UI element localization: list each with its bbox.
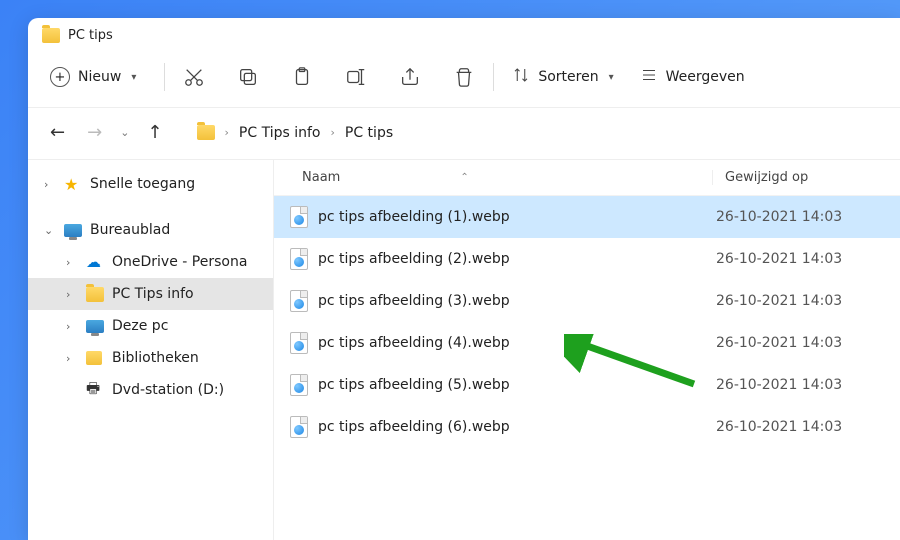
plus-icon: +	[50, 67, 70, 87]
sort-icon	[512, 66, 530, 88]
view-icon	[640, 66, 658, 88]
chevron-right-icon[interactable]: ›	[66, 288, 78, 301]
column-label: Naam	[302, 170, 340, 185]
column-header-name[interactable]: Naam ⌃	[302, 170, 712, 185]
forward-button[interactable]: →	[83, 120, 106, 145]
chevron-down-icon: ▾	[609, 72, 614, 83]
new-button-label: Nieuw	[78, 69, 121, 85]
file-name: pc tips afbeelding (4).webp	[318, 335, 716, 351]
share-icon[interactable]	[399, 66, 421, 88]
file-date: 26-10-2021 14:03	[716, 419, 842, 435]
sort-label: Sorteren	[538, 69, 598, 85]
webp-file-icon	[290, 416, 308, 438]
sidebar-item-dvd[interactable]: 🖶 Dvd-station (D:)	[28, 374, 273, 406]
column-header-date[interactable]: Gewijzigd op	[712, 170, 900, 185]
explorer-window: PC tips + Nieuw ▾	[28, 18, 900, 540]
file-date: 26-10-2021 14:03	[716, 209, 842, 225]
body: › ★ Snelle toegang ⌄ Bureaublad › ☁ OneD…	[28, 160, 900, 540]
titlebar: PC tips	[28, 18, 900, 49]
breadcrumb-separator: ›	[225, 126, 229, 139]
chevron-down-icon[interactable]: ⌄	[44, 224, 56, 237]
cut-icon[interactable]	[183, 66, 205, 88]
sidebar-item-label: PC Tips info	[112, 286, 194, 302]
recent-locations-button[interactable]: ⌄	[120, 126, 129, 139]
sidebar-item-label: Bibliotheken	[112, 350, 199, 366]
chevron-right-icon[interactable]: ›	[44, 178, 56, 191]
sidebar-item-label: Deze pc	[112, 318, 168, 334]
libraries-icon	[86, 351, 102, 365]
file-row[interactable]: pc tips afbeelding (2).webp26-10-2021 14…	[274, 238, 900, 280]
sidebar-item-label: Bureaublad	[90, 222, 170, 238]
paste-icon[interactable]	[291, 66, 313, 88]
file-pane: Naam ⌃ Gewijzigd op pc tips afbeelding (…	[274, 160, 900, 540]
breadcrumb-separator: ›	[330, 126, 334, 139]
file-name: pc tips afbeelding (2).webp	[318, 251, 716, 267]
star-icon: ★	[64, 176, 82, 192]
folder-icon	[86, 287, 104, 302]
file-date: 26-10-2021 14:03	[716, 293, 842, 309]
file-name: pc tips afbeelding (6).webp	[318, 419, 716, 435]
divider	[164, 63, 165, 91]
file-date: 26-10-2021 14:03	[716, 377, 842, 393]
sidebar-item-label: Dvd-station (D:)	[112, 382, 224, 398]
file-date: 26-10-2021 14:03	[716, 251, 842, 267]
toolbar-icons	[183, 66, 475, 88]
sidebar-item-desktop[interactable]: ⌄ Bureaublad	[28, 214, 273, 246]
file-row[interactable]: pc tips afbeelding (4).webp26-10-2021 14…	[274, 322, 900, 364]
webp-file-icon	[290, 290, 308, 312]
desktop-icon	[64, 224, 82, 237]
sidebar-item-label: Snelle toegang	[90, 176, 195, 192]
sidebar-item-pc-tips-info[interactable]: › PC Tips info	[28, 278, 273, 310]
cloud-icon: ☁	[86, 254, 104, 270]
folder-icon	[42, 28, 60, 43]
file-name: pc tips afbeelding (5).webp	[318, 377, 716, 393]
rename-icon[interactable]	[345, 66, 367, 88]
up-button[interactable]: ↑	[143, 120, 166, 145]
file-row[interactable]: pc tips afbeelding (6).webp26-10-2021 14…	[274, 406, 900, 448]
chevron-right-icon[interactable]: ›	[66, 256, 78, 269]
file-row[interactable]: pc tips afbeelding (5).webp26-10-2021 14…	[274, 364, 900, 406]
divider	[493, 63, 494, 91]
new-button[interactable]: + Nieuw ▾	[46, 63, 146, 91]
back-button[interactable]: ←	[46, 120, 69, 145]
breadcrumb-segment[interactable]: PC Tips info	[239, 125, 321, 141]
sidebar-item-quick-access[interactable]: › ★ Snelle toegang	[28, 168, 273, 200]
view-button[interactable]: Weergeven	[640, 66, 745, 88]
chevron-down-icon: ▾	[131, 72, 136, 83]
webp-file-icon	[290, 206, 308, 228]
webp-file-icon	[290, 374, 308, 396]
file-name: pc tips afbeelding (1).webp	[318, 209, 716, 225]
nav-bar: ← → ⌄ ↑ › PC Tips info › PC tips	[28, 108, 900, 160]
copy-icon[interactable]	[237, 66, 259, 88]
toolbar: + Nieuw ▾	[28, 49, 900, 108]
file-date: 26-10-2021 14:03	[716, 335, 842, 351]
webp-file-icon	[290, 332, 308, 354]
sidebar-item-this-pc[interactable]: › Deze pc	[28, 310, 273, 342]
column-label: Gewijzigd op	[725, 170, 808, 185]
sidebar-item-onedrive[interactable]: › ☁ OneDrive - Persona	[28, 246, 273, 278]
sidebar: › ★ Snelle toegang ⌄ Bureaublad › ☁ OneD…	[28, 160, 274, 540]
breadcrumb[interactable]: › PC Tips info › PC tips	[197, 125, 394, 141]
column-headers: Naam ⌃ Gewijzigd op	[274, 160, 900, 196]
window-title: PC tips	[68, 28, 113, 43]
breadcrumb-segment[interactable]: PC tips	[345, 125, 393, 141]
webp-file-icon	[290, 248, 308, 270]
chevron-right-icon[interactable]: ›	[66, 320, 78, 333]
printer-icon: 🖶	[86, 382, 104, 398]
file-list: pc tips afbeelding (1).webp26-10-2021 14…	[274, 196, 900, 540]
sidebar-item-label: OneDrive - Persona	[112, 254, 247, 270]
sort-button[interactable]: Sorteren ▾	[512, 66, 613, 88]
folder-icon	[197, 125, 215, 140]
file-row[interactable]: pc tips afbeelding (1).webp26-10-2021 14…	[274, 196, 900, 238]
file-row[interactable]: pc tips afbeelding (3).webp26-10-2021 14…	[274, 280, 900, 322]
file-name: pc tips afbeelding (3).webp	[318, 293, 716, 309]
monitor-icon	[86, 320, 104, 333]
delete-icon[interactable]	[453, 66, 475, 88]
sort-ascending-icon: ⌃	[460, 172, 468, 183]
view-label: Weergeven	[666, 69, 745, 85]
sidebar-item-libraries[interactable]: › Bibliotheken	[28, 342, 273, 374]
chevron-right-icon[interactable]: ›	[66, 352, 78, 365]
